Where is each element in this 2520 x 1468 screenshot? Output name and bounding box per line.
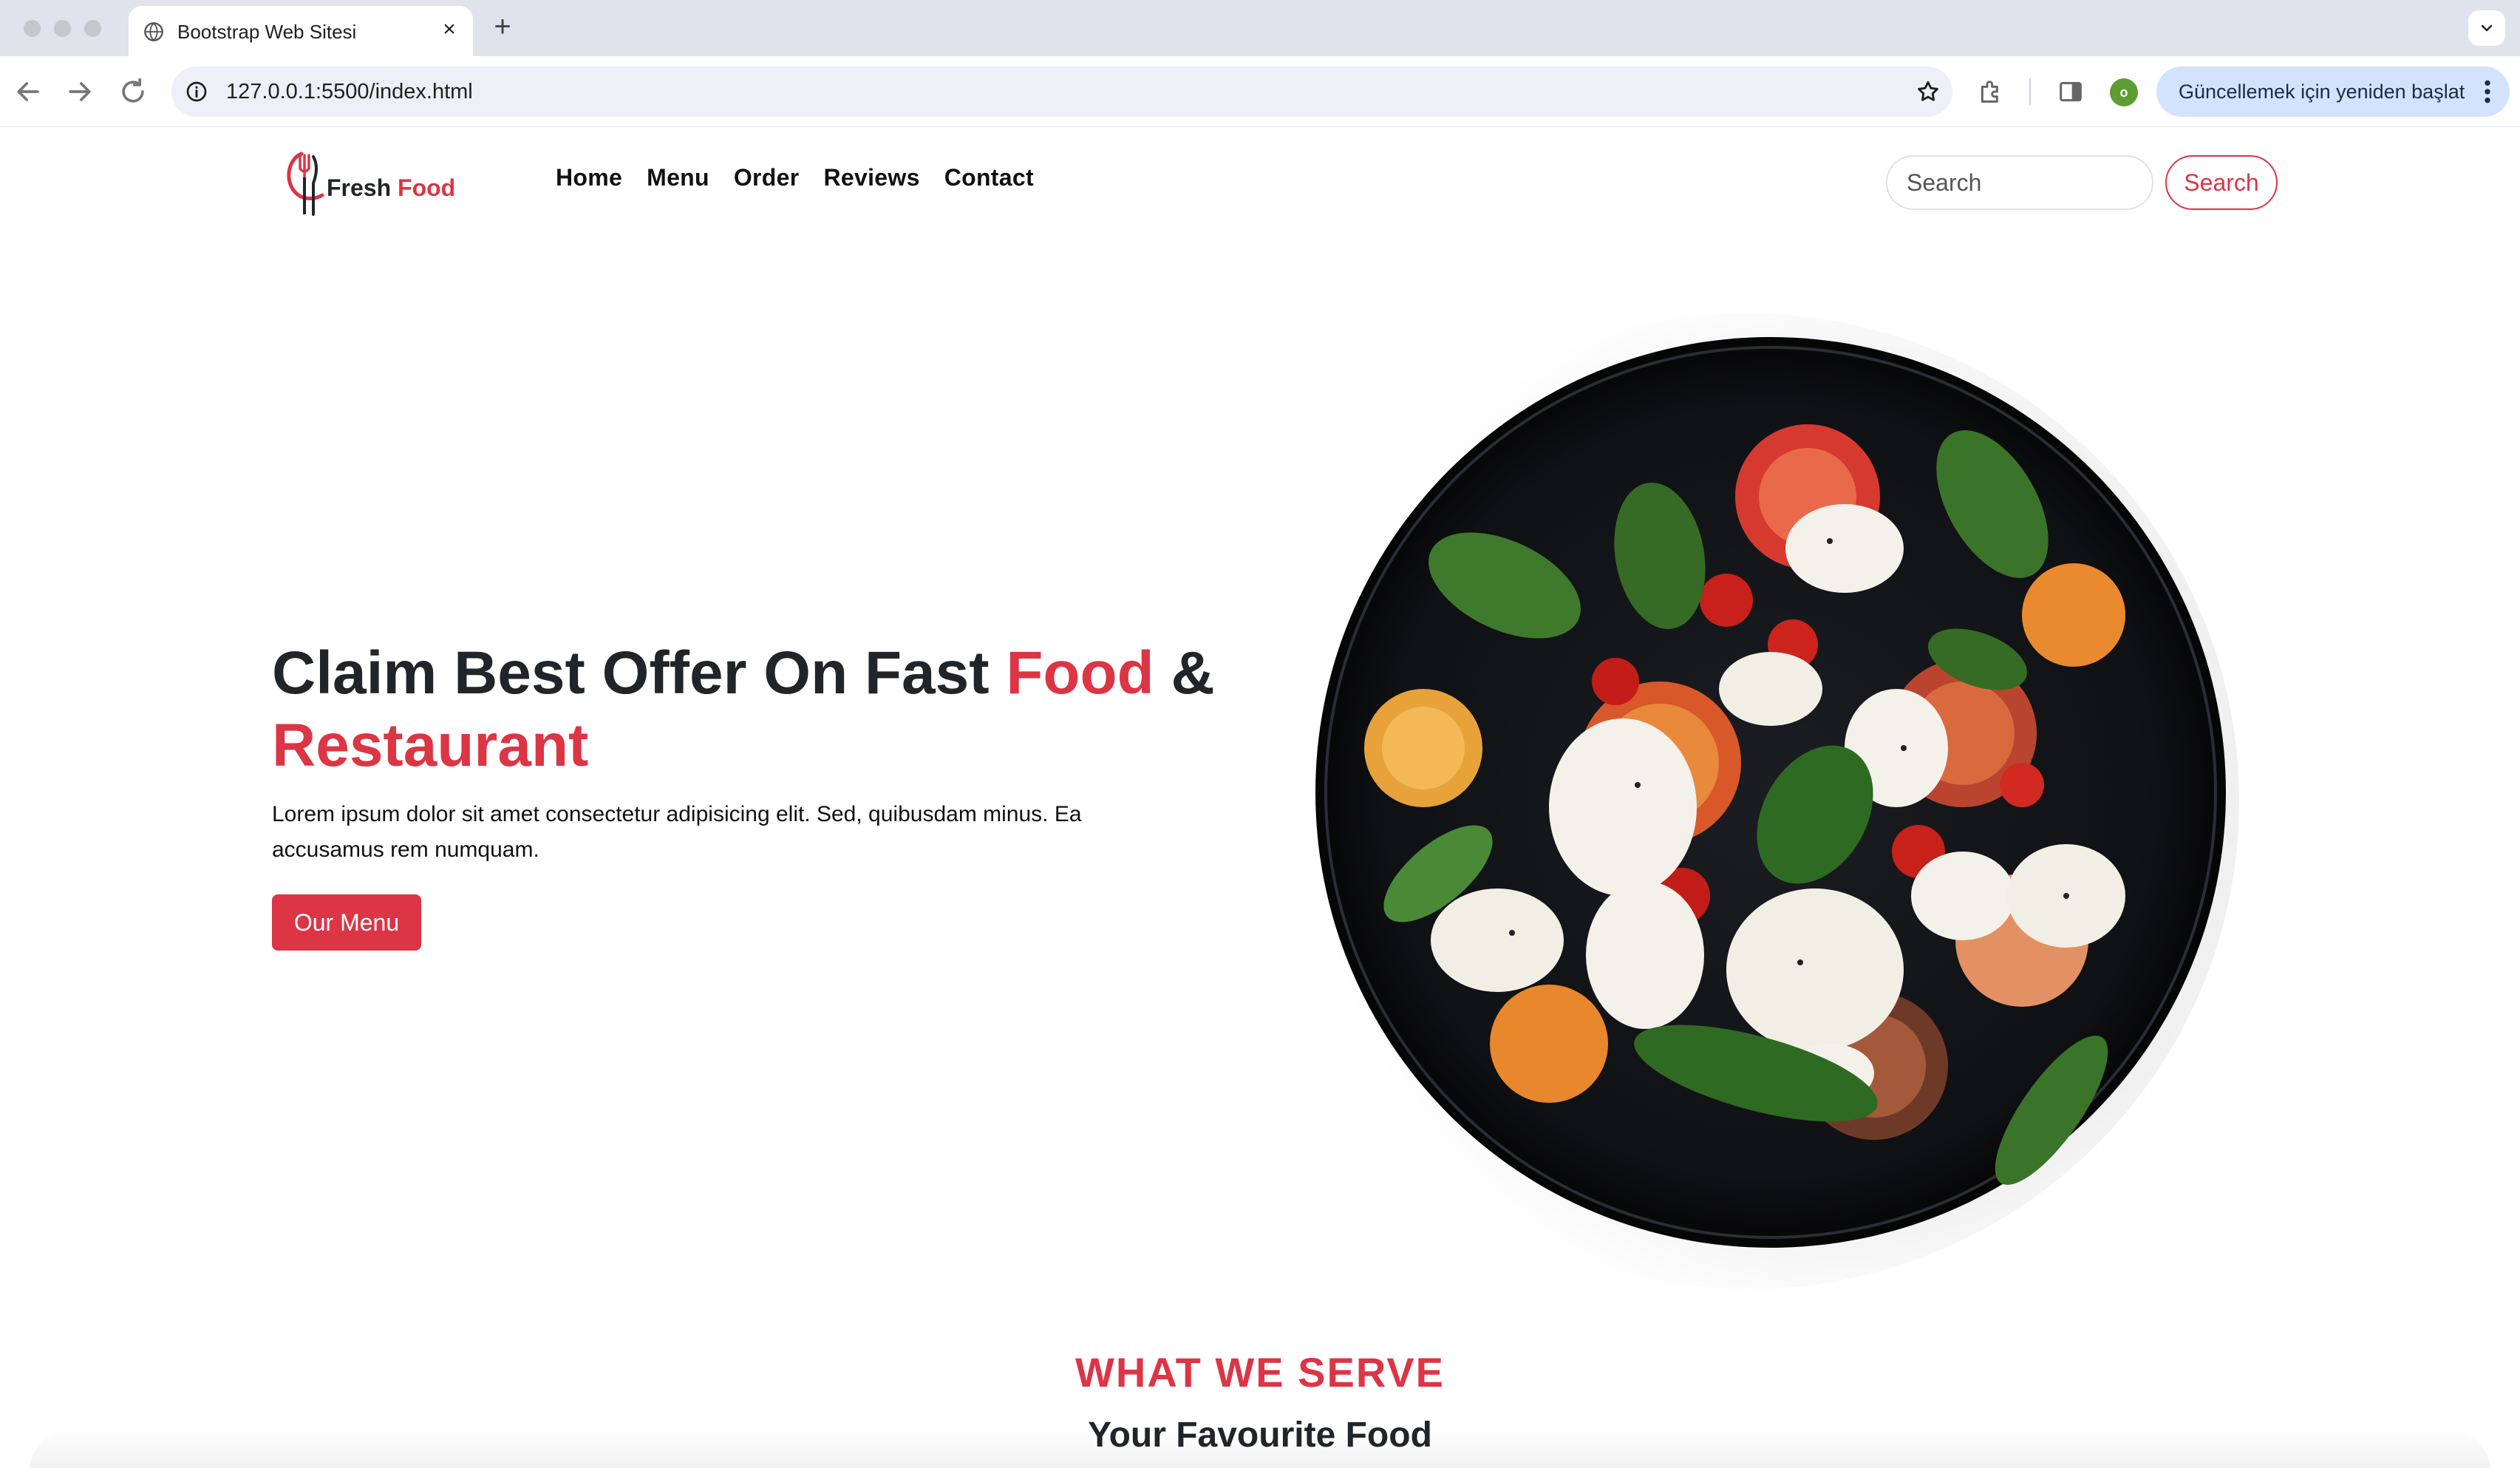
logo-word-fresh: Fresh xyxy=(327,174,392,201)
info-icon[interactable] xyxy=(185,80,208,103)
hero-description: Lorem ipsum dolor sit amet consectetur a… xyxy=(272,802,1082,862)
tab-search-button[interactable] xyxy=(2468,10,2505,46)
search-input[interactable] xyxy=(1886,155,2153,210)
logo-word-food: Food xyxy=(398,174,456,201)
hero-title-part2: & xyxy=(1154,639,1215,707)
browser-tab-active[interactable]: Bootstrap Web Sitesi × xyxy=(129,6,473,58)
section-subtitle: Your Favourite Food xyxy=(1088,1416,1432,1455)
hero-title-accent-food: Food xyxy=(1006,639,1154,707)
window-close-dot[interactable] xyxy=(24,20,41,37)
search-button[interactable]: Search xyxy=(2165,155,2278,210)
side-panel-icon[interactable] xyxy=(2056,77,2085,106)
toolbar-divider xyxy=(2029,78,2031,105)
nav-order[interactable]: Order xyxy=(734,164,800,191)
restart-label: Güncellemek için yeniden başlat xyxy=(2179,81,2465,103)
browser-toolbar: 127.0.0.1:5500/index.html o Güncellemek … xyxy=(0,56,2520,127)
arrow-left-icon[interactable] xyxy=(12,75,44,108)
tab-title: Bootstrap Web Sitesi xyxy=(177,21,357,43)
arrow-right-icon[interactable] xyxy=(64,75,96,108)
hero-title-accent-restaurant: Restaurant xyxy=(272,712,589,779)
hero-title-part1: Claim Best Offer On Fast xyxy=(272,639,1007,707)
hero-title: Claim Best Offer On Fast Food & Restaura… xyxy=(272,637,1233,782)
salad-plate-image xyxy=(1315,337,2226,1248)
tab-close-icon[interactable]: × xyxy=(437,16,461,43)
site-logo[interactable]: Fresh Food xyxy=(282,149,460,223)
fork-knife-logo-icon xyxy=(287,152,324,216)
section-label: WHAT WE SERVE xyxy=(1075,1349,1445,1396)
profile-avatar[interactable]: o xyxy=(2110,78,2138,106)
puzzle-icon[interactable] xyxy=(1976,77,2006,106)
kebab-icon[interactable] xyxy=(2479,77,2496,106)
new-tab-icon[interactable]: + xyxy=(488,12,517,41)
nav-contact[interactable]: Contact xyxy=(944,164,1034,191)
window-minimize-dot[interactable] xyxy=(54,20,71,37)
nav-menu[interactable]: Menu xyxy=(647,164,709,191)
logo-text: Fresh Food xyxy=(327,174,455,202)
nav-home[interactable]: Home xyxy=(556,164,622,191)
globe-icon xyxy=(144,22,163,41)
chevron-down-icon xyxy=(2481,24,2493,32)
main-navigation: Home Menu Order Reviews Contact xyxy=(556,164,1034,191)
address-bar[interactable]: 127.0.0.1:5500/index.html xyxy=(171,67,1952,117)
restart-to-update-button[interactable]: Güncellemek için yeniden başlat xyxy=(2156,67,2510,117)
nav-reviews[interactable]: Reviews xyxy=(824,164,920,191)
web-page: Fresh Food Home Menu Order Reviews Conta… xyxy=(0,127,2520,1468)
reload-icon[interactable] xyxy=(117,75,149,108)
url-text[interactable]: 127.0.0.1:5500/index.html xyxy=(226,80,473,104)
our-menu-button[interactable]: Our Menu xyxy=(272,894,421,951)
star-icon[interactable] xyxy=(1915,79,1941,104)
window-zoom-dot[interactable] xyxy=(84,20,101,37)
browser-tabstrip: Bootstrap Web Sitesi × + xyxy=(0,0,2520,58)
